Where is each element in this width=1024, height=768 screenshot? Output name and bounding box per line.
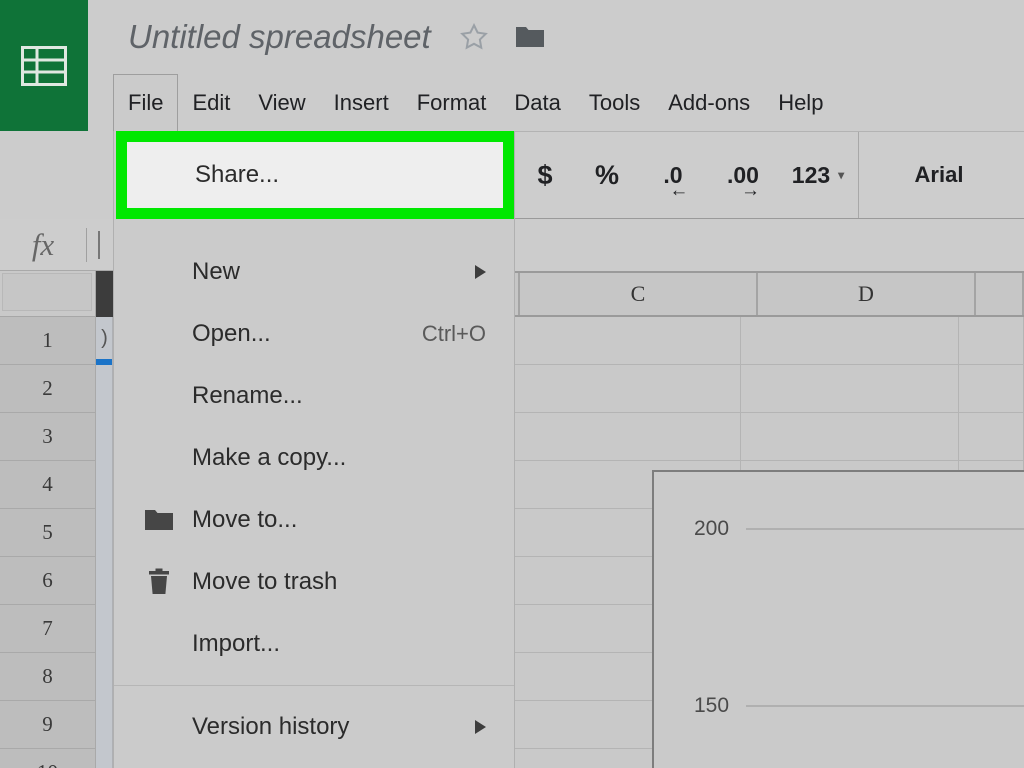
chart-gridline — [746, 528, 1024, 530]
sheets-grid-icon — [21, 46, 67, 86]
title-bar: Untitled spreadsheet — [88, 0, 1024, 74]
clipped-cell-gutter: ) — [96, 317, 113, 768]
file-menu-items: New Open... Ctrl+O Rename... Make a copy… — [114, 219, 514, 768]
folder-icon[interactable] — [515, 24, 545, 50]
grid-cell[interactable] — [503, 413, 741, 460]
spreadsheet-app-window: Untitled spreadsheet File Edit View Inse… — [0, 0, 1024, 768]
number-format-button[interactable]: 123 ▾ — [778, 132, 858, 218]
menu-item-format[interactable]: Format — [403, 74, 501, 131]
menu-item-make-a-copy-label: Make a copy... — [192, 444, 346, 472]
menu-item-insert[interactable]: Insert — [320, 74, 403, 131]
row-header-6[interactable]: 6 — [0, 557, 96, 605]
grid-cell[interactable] — [503, 365, 741, 412]
submenu-arrow-icon — [475, 265, 486, 279]
menu-separator — [114, 685, 514, 686]
menu-item-open[interactable]: Open... Ctrl+O — [114, 303, 514, 365]
menu-item-move-to[interactable]: Move to... — [114, 489, 514, 551]
name-box[interactable] — [2, 273, 92, 311]
menu-item-data[interactable]: Data — [500, 74, 574, 131]
menu-item-tools[interactable]: Tools — [575, 74, 654, 131]
menu-item-share[interactable]: Share... — [127, 142, 503, 208]
menu-item-add-ons[interactable]: Add-ons — [654, 74, 764, 131]
menu-item-move-to-trash-label: Move to trash — [192, 568, 337, 596]
menu-item-version-history-label: Version history — [192, 713, 349, 741]
folder-icon — [144, 506, 174, 534]
menu-item-rename[interactable]: Rename... — [114, 365, 514, 427]
menu-item-import[interactable]: Import... — [114, 613, 514, 675]
menu-item-move-to-label: Move to... — [192, 506, 297, 534]
sheets-logo-block[interactable] — [0, 0, 88, 131]
column-header-d[interactable]: D — [758, 273, 976, 315]
grid-cell[interactable] — [741, 365, 959, 412]
row-header-7[interactable]: 7 — [0, 605, 96, 653]
menu-item-view[interactable]: View — [244, 74, 319, 131]
chart-object[interactable]: 200 150 — [652, 470, 1024, 768]
menu-item-share-label: Share... — [127, 161, 279, 189]
grid-cell[interactable] — [959, 413, 1024, 460]
grid-cell[interactable] — [503, 317, 741, 364]
trash-icon — [144, 568, 174, 596]
decrease-decimal-button[interactable]: .0 ← — [638, 132, 708, 218]
menu-item-version-history[interactable]: Version history — [114, 696, 514, 758]
chart-gridline — [746, 705, 1024, 707]
menu-item-rename-label: Rename... — [192, 382, 303, 410]
column-header-c[interactable]: C — [520, 273, 758, 315]
chart-ytick-200: 200 — [694, 517, 729, 541]
column-header-e[interactable] — [976, 273, 1024, 315]
row-header-9[interactable]: 9 — [0, 701, 96, 749]
selected-cell-indicator — [96, 359, 112, 365]
page-title[interactable]: Untitled spreadsheet — [128, 18, 431, 56]
menu-item-new[interactable]: New — [114, 241, 514, 303]
clipped-cell-text: ) — [97, 325, 112, 351]
select-all-corner[interactable] — [0, 271, 96, 317]
submenu-arrow-icon — [475, 720, 486, 734]
menu-item-import-label: Import... — [192, 630, 280, 658]
row-header-2[interactable]: 2 — [0, 365, 96, 413]
menu-item-edit[interactable]: Edit — [178, 74, 244, 131]
currency-format-button[interactable]: $ — [514, 132, 576, 218]
chart-ytick-150: 150 — [694, 694, 729, 718]
grid-cell[interactable] — [959, 365, 1024, 412]
number-format-label: 123 — [792, 162, 830, 189]
formula-input-caret[interactable] — [98, 231, 100, 259]
grid-cell[interactable] — [741, 317, 959, 364]
row-header-8[interactable]: 8 — [0, 653, 96, 701]
menu-item-make-a-copy[interactable]: Make a copy... — [114, 427, 514, 489]
percent-format-button[interactable]: % — [576, 132, 638, 218]
file-dropdown-menu: Share... New Open... Ctrl+O Rename... Ma… — [113, 131, 515, 768]
row-header-10[interactable]: 10 — [0, 749, 96, 768]
menu-item-help[interactable]: Help — [764, 74, 837, 131]
format-toolbar: $ % .0 ← .00 → 123 ▾ Arial — [513, 131, 1024, 219]
arrow-left-icon: ← — [669, 181, 688, 200]
row-header-column: 1 2 3 4 5 6 7 8 9 10 — [0, 317, 96, 768]
share-menu-item-highlight: Share... — [116, 131, 514, 219]
row-header-3[interactable]: 3 — [0, 413, 96, 461]
menu-item-new-label: New — [192, 258, 240, 286]
increase-decimal-button[interactable]: .00 → — [708, 132, 778, 218]
formula-bar: fx — [0, 219, 113, 271]
grid-cell[interactable] — [741, 413, 959, 460]
row-header-5[interactable]: 5 — [0, 509, 96, 557]
menu-item-open-label: Open... — [192, 320, 271, 348]
menu-item-move-to-trash[interactable]: Move to trash — [114, 551, 514, 613]
menu-item-open-shortcut: Ctrl+O — [422, 321, 486, 347]
menu-spacer — [114, 219, 514, 241]
font-family-selector[interactable]: Arial — [859, 132, 1019, 218]
grid-cell[interactable] — [959, 317, 1024, 364]
frozen-row-handle[interactable] — [96, 271, 113, 317]
arrow-right-icon: → — [741, 181, 760, 200]
row-header-4[interactable]: 4 — [0, 461, 96, 509]
row-header-1[interactable]: 1 — [0, 317, 96, 365]
menu-bar: File Edit View Insert Format Data Tools … — [88, 74, 1024, 131]
formula-bar-divider — [86, 228, 87, 262]
chevron-down-icon: ▾ — [838, 168, 844, 182]
star-outline-icon[interactable] — [459, 22, 489, 52]
fx-icon: fx — [0, 227, 86, 263]
chart-plot-area: 200 150 — [654, 472, 1024, 768]
menu-item-file[interactable]: File — [113, 74, 178, 131]
